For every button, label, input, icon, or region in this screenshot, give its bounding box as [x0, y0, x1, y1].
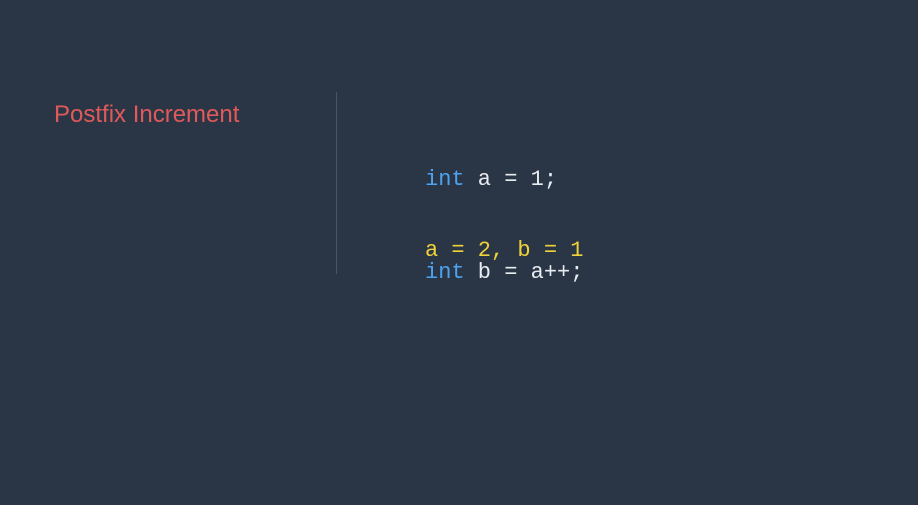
code-text: a = 1; — [464, 167, 558, 192]
slide-title: Postfix Increment — [54, 101, 240, 128]
vertical-divider — [336, 92, 337, 274]
code-line-1: int a = 1; — [425, 164, 583, 195]
result-output: a = 2, b = 1 — [425, 238, 584, 263]
slide-canvas: Postfix Increment int a = 1; int b = a++… — [0, 0, 918, 505]
code-keyword: int — [425, 167, 465, 192]
code-block: int a = 1; int b = a++; — [425, 102, 583, 350]
